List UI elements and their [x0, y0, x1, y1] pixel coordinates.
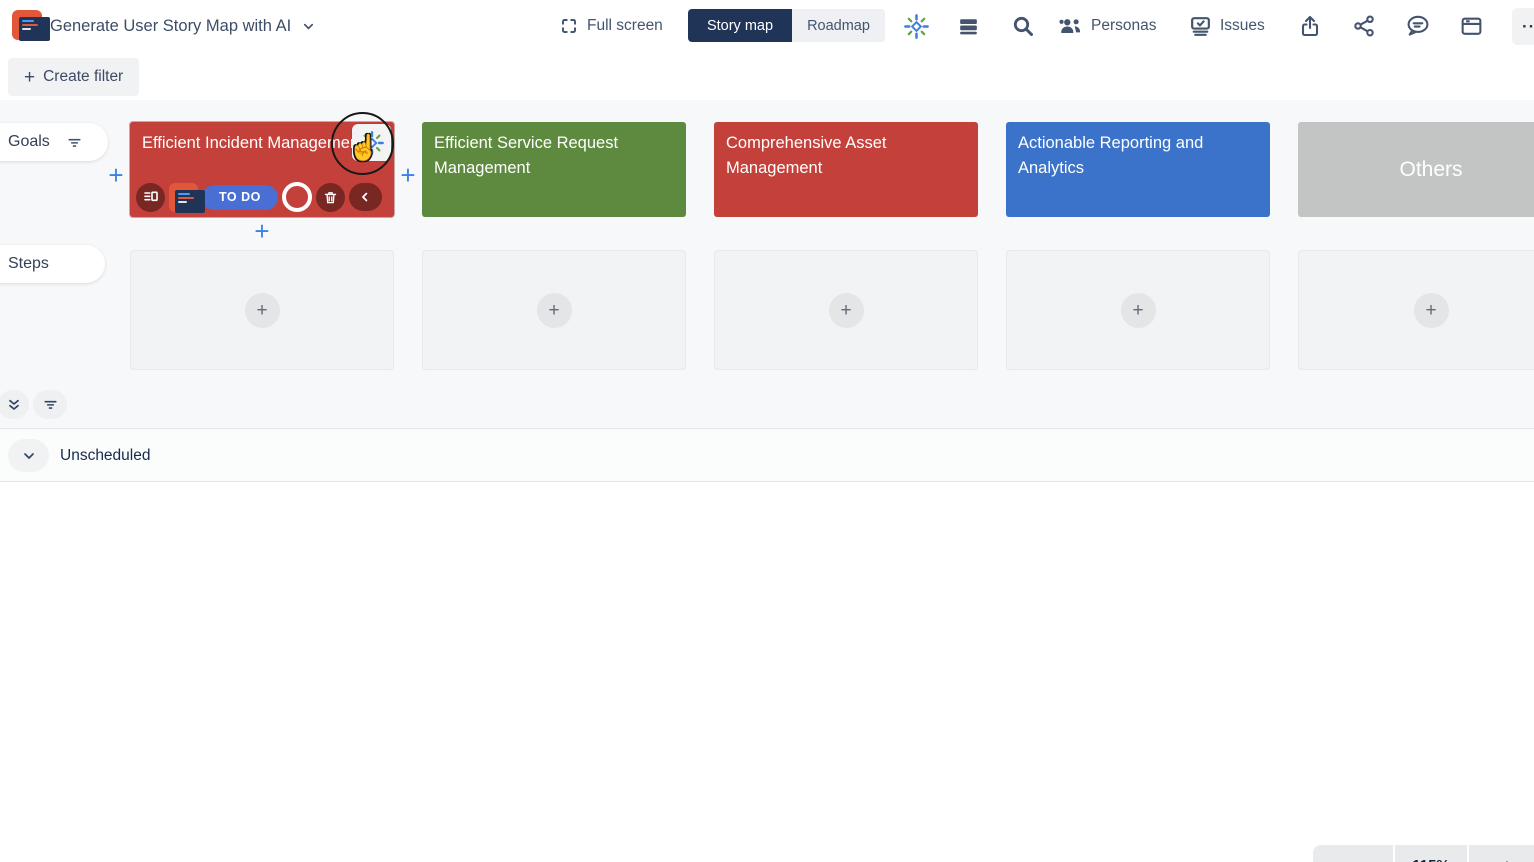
- card-details-button[interactable]: [136, 183, 165, 212]
- ai-sparkle-icon: [903, 13, 930, 40]
- page-title: Generate User Story Map with AI: [50, 17, 291, 36]
- app-logo-card: [19, 17, 50, 41]
- step-placeholder[interactable]: +: [714, 250, 978, 370]
- collapse-unscheduled-button[interactable]: [8, 439, 49, 472]
- delete-card-button[interactable]: [316, 183, 345, 212]
- goal-card-title: Others: [1399, 154, 1462, 186]
- more-menu-button[interactable]: ···: [1512, 8, 1534, 45]
- board-title-dropdown[interactable]: Generate User Story Map with AI: [50, 0, 316, 52]
- issues-icon: [1188, 14, 1213, 39]
- unscheduled-section: Unscheduled: [0, 428, 1534, 482]
- steps-row-header[interactable]: Steps: [0, 245, 105, 283]
- tab-roadmap[interactable]: Roadmap: [792, 9, 885, 42]
- create-filter-label: Create filter: [43, 68, 123, 86]
- filter-icon: [42, 396, 59, 413]
- step-placeholder[interactable]: +: [130, 250, 394, 370]
- search-icon: [1011, 14, 1035, 38]
- issue-type-app-icon[interactable]: [169, 183, 198, 212]
- add-goal-right-button[interactable]: +: [395, 162, 421, 188]
- card-color-button[interactable]: [282, 182, 312, 212]
- view-toggle: Story map Roadmap: [688, 9, 885, 42]
- feedback-button[interactable]: [1405, 0, 1431, 52]
- top-toolbar: Generate User Story Map with AI Full scr…: [0, 0, 1534, 52]
- goal-card-title: Comprehensive Asset Management: [726, 134, 887, 177]
- plus-icon: +: [24, 68, 35, 87]
- goal-card-title: Efficient Incident Management: [142, 131, 366, 156]
- personas-icon: [1058, 13, 1084, 39]
- goals-label: Goals: [8, 133, 50, 151]
- board-filter-button[interactable]: [33, 390, 67, 419]
- add-card-button[interactable]: +: [537, 293, 572, 328]
- story-map-board: Goals Steps Efficient Incident Managemen…: [0, 100, 1534, 428]
- add-card-button[interactable]: +: [829, 293, 864, 328]
- zoom-out-button[interactable]: −: [1313, 845, 1393, 862]
- collapse-all-button[interactable]: [0, 390, 29, 419]
- goals-row-header[interactable]: Goals: [0, 123, 108, 161]
- feedback-bubble-icon: [1405, 13, 1431, 39]
- search-button[interactable]: [1011, 0, 1035, 52]
- browser-card-icon: [1459, 14, 1484, 39]
- step-placeholder[interactable]: +: [1298, 250, 1534, 370]
- goal-card-actionable-reporting[interactable]: Actionable Reporting and Analytics: [1006, 122, 1270, 217]
- export-button[interactable]: [1298, 0, 1322, 52]
- fullscreen-icon: [560, 17, 578, 35]
- fullscreen-label: Full screen: [587, 17, 663, 35]
- status-badge[interactable]: TO DO: [202, 185, 278, 210]
- filter-bar: + Create filter: [0, 52, 1534, 100]
- create-filter-button[interactable]: + Create filter: [8, 58, 139, 96]
- step-placeholder[interactable]: +: [422, 250, 686, 370]
- zoom-control: − 115% +: [1313, 845, 1534, 862]
- ai-suggest-card-button[interactable]: [352, 124, 391, 161]
- personas-label: Personas: [1091, 17, 1156, 35]
- add-card-button[interactable]: +: [1414, 293, 1449, 328]
- app-logo-card: [175, 190, 205, 213]
- share-button[interactable]: [1352, 0, 1376, 52]
- board-view-button[interactable]: [1459, 0, 1484, 52]
- goal-card-efficient-incident-management[interactable]: Efficient Incident Management TO DO: [130, 122, 394, 217]
- card-action-toolbar: TO DO: [136, 182, 382, 212]
- add-step-below-button[interactable]: +: [249, 218, 275, 244]
- personas-button[interactable]: Personas: [1058, 0, 1156, 52]
- add-goal-left-button[interactable]: +: [103, 162, 129, 188]
- story-map-app: Generate User Story Map with AI Full scr…: [0, 0, 1534, 862]
- unscheduled-label: Unscheduled: [60, 429, 150, 483]
- fullscreen-button[interactable]: Full screen: [560, 0, 663, 52]
- ai-suggest-toolbar-button[interactable]: [903, 0, 930, 52]
- issues-label: Issues: [1220, 17, 1265, 35]
- chevron-down-icon: [21, 448, 37, 464]
- ai-sparkle-icon: [359, 130, 385, 156]
- trash-icon: [323, 190, 338, 205]
- goal-card-efficient-service-request[interactable]: Efficient Service Request Management: [422, 122, 686, 217]
- double-chevron-down-icon: [6, 397, 22, 413]
- zoom-in-button[interactable]: +: [1469, 845, 1534, 862]
- add-card-button[interactable]: +: [1121, 293, 1156, 328]
- chevron-left-icon: [358, 190, 372, 204]
- rows-icon: [956, 14, 981, 39]
- tab-story-map[interactable]: Story map: [688, 9, 792, 42]
- export-icon: [1298, 14, 1322, 38]
- goal-card-title: Efficient Service Request Management: [434, 134, 618, 177]
- issues-button[interactable]: Issues: [1188, 0, 1265, 52]
- add-card-button[interactable]: +: [245, 293, 280, 328]
- step-placeholder[interactable]: +: [1006, 250, 1270, 370]
- details-icon: [143, 189, 159, 205]
- goals-filter-icon[interactable]: [66, 134, 83, 151]
- goal-card-title: Actionable Reporting and Analytics: [1018, 134, 1203, 177]
- collapse-toolbar-button[interactable]: [349, 183, 382, 211]
- share-icon: [1352, 14, 1376, 38]
- steps-label: Steps: [8, 255, 49, 273]
- chevron-down-icon[interactable]: [301, 19, 316, 34]
- app-logo-icon: [12, 10, 42, 40]
- unscheduled-empty-area: [0, 482, 1534, 862]
- zoom-level: 115%: [1395, 845, 1467, 862]
- goal-card-comprehensive-asset[interactable]: Comprehensive Asset Management: [714, 122, 978, 217]
- goal-card-others[interactable]: Others: [1298, 122, 1534, 217]
- swimlanes-button[interactable]: [956, 0, 981, 52]
